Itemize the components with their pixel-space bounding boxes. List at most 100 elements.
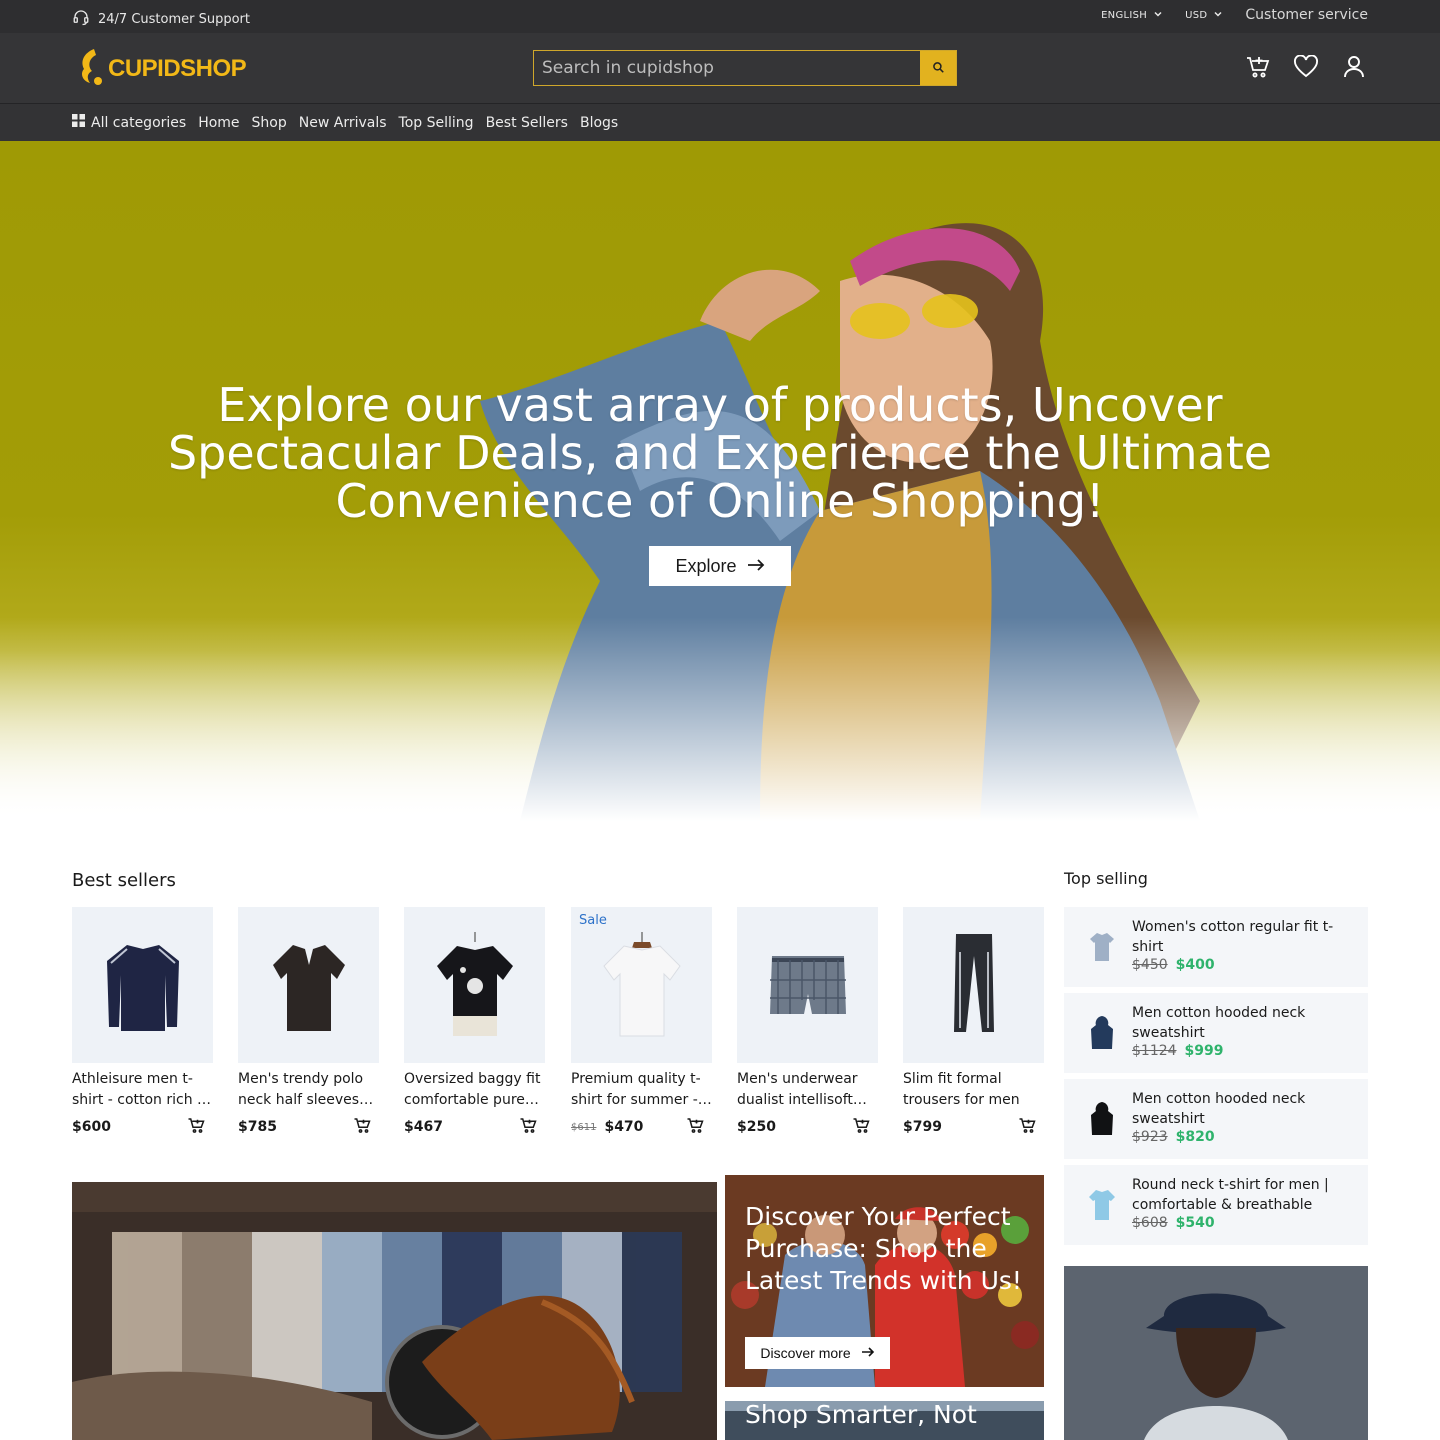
top-selling-list: Women's cotton regular fit t-shirt $450 $… xyxy=(1064,907,1368,1251)
product-price: $250 xyxy=(737,1119,776,1135)
product-card[interactable]: Oversized baggy fit comfortable pure… $4… xyxy=(404,907,545,1152)
hero-banner: Explore our vast array of products, Unco… xyxy=(0,141,1440,821)
add-to-cart-icon[interactable] xyxy=(187,1116,205,1138)
chevron-down-icon xyxy=(1213,9,1223,22)
product-thumbnail xyxy=(1084,923,1120,971)
product-image[interactable] xyxy=(72,907,213,1063)
search-button[interactable] xyxy=(920,51,956,85)
product-name[interactable]: Men's underwear dualist intellisoft… xyxy=(737,1069,878,1111)
add-to-cart-icon[interactable] xyxy=(686,1116,704,1138)
promo-banner-wardrobe[interactable] xyxy=(72,1182,717,1440)
sale-badge: Sale xyxy=(579,913,607,928)
nav-shop[interactable]: Shop xyxy=(252,115,287,131)
customer-service-link[interactable]: Customer service xyxy=(1245,7,1368,23)
promo-banner-model[interactable] xyxy=(1064,1266,1368,1440)
logo-text: CUPIDSHOP xyxy=(108,55,247,82)
language-select[interactable]: ENGLISH xyxy=(1101,9,1163,22)
top-selling-name: Round neck t-shirt for men | comfortable… xyxy=(1132,1177,1329,1213)
top-selling-title: Top selling xyxy=(1064,869,1148,888)
search-input[interactable] xyxy=(534,51,920,85)
product-price: $600 xyxy=(72,1119,111,1135)
nav-best-sellers[interactable]: Best Sellers xyxy=(486,115,568,131)
product-image[interactable] xyxy=(903,907,1044,1063)
explore-button[interactable]: Explore xyxy=(649,546,791,586)
main-header: CUPIDSHOP xyxy=(0,33,1440,104)
product-image[interactable] xyxy=(737,907,878,1063)
nav-home[interactable]: Home xyxy=(198,115,239,131)
best-sellers-list: Athleisure men t-shirt - cotton rich … $… xyxy=(72,907,1044,1152)
chevron-down-icon xyxy=(1153,9,1163,22)
product-thumbnail xyxy=(1084,1095,1120,1143)
add-to-cart-icon[interactable] xyxy=(1018,1116,1036,1138)
product-card[interactable]: Slim fit formal trousers for men $799 xyxy=(903,907,1044,1152)
top-selling-item[interactable]: Men cotton hooded neck sweatshirt $1124 $… xyxy=(1064,993,1368,1073)
product-name[interactable]: Athleisure men t-shirt - cotton rich … xyxy=(72,1069,213,1111)
add-to-cart-icon[interactable] xyxy=(353,1116,371,1138)
add-to-cart-icon[interactable] xyxy=(519,1116,537,1138)
product-card[interactable]: Sale Premium quality t-shirt for summer … xyxy=(571,907,712,1152)
product-name[interactable]: Slim fit formal trousers for men xyxy=(903,1069,1044,1111)
product-thumbnail xyxy=(1084,1181,1120,1229)
currency-select[interactable]: USD xyxy=(1185,9,1223,22)
cupid-logo-icon xyxy=(78,47,106,91)
top-selling-item[interactable]: Women's cotton regular fit t-shirt $450 $… xyxy=(1064,907,1368,987)
nav-top-selling[interactable]: Top Selling xyxy=(399,115,474,131)
nav-new-arrivals[interactable]: New Arrivals xyxy=(299,115,387,131)
product-name[interactable]: Premium quality t-shirt for summer -… xyxy=(571,1069,712,1111)
top-selling-name: Women's cotton regular fit t-shirt xyxy=(1132,919,1334,955)
product-thumbnail xyxy=(1084,1009,1120,1057)
arrow-right-icon xyxy=(861,1345,875,1361)
product-card[interactable]: Men's underwear dualist intellisoft… $25… xyxy=(737,907,878,1152)
top-selling-item[interactable]: Men cotton hooded neck sweatshirt $923 $8… xyxy=(1064,1079,1368,1159)
promo-banner-shop-smarter[interactable]: Shop Smarter, Not xyxy=(725,1401,1044,1440)
product-name[interactable]: Men's trendy polo neck half sleeves… xyxy=(238,1069,379,1111)
grid-icon xyxy=(72,114,85,131)
sale-price: $540 xyxy=(1175,1215,1215,1231)
product-name[interactable]: Oversized baggy fit comfortable pure… xyxy=(404,1069,545,1111)
user-icon[interactable] xyxy=(1340,53,1368,81)
product-image[interactable] xyxy=(404,907,545,1063)
explore-button-label: Explore xyxy=(675,555,737,576)
old-price: $1124 xyxy=(1132,1043,1177,1059)
product-price: $470 xyxy=(604,1119,644,1135)
sale-price: $400 xyxy=(1175,957,1215,973)
cart-plus-icon[interactable] xyxy=(1244,53,1272,81)
support-text: 24/7 Customer Support xyxy=(98,11,250,27)
wardrobe-shoes-image xyxy=(72,1182,717,1440)
product-card[interactable]: Men's trendy polo neck half sleeves… $78… xyxy=(238,907,379,1152)
old-price: $450 xyxy=(1132,957,1168,973)
product-old-price: $611 xyxy=(571,1121,597,1133)
heart-icon[interactable] xyxy=(1292,53,1320,81)
sale-price: $999 xyxy=(1184,1043,1224,1059)
currency-value: USD xyxy=(1185,9,1208,21)
product-price: $467 xyxy=(404,1119,443,1135)
discover-more-button[interactable]: Discover more xyxy=(745,1337,890,1369)
product-image[interactable] xyxy=(238,907,379,1063)
old-price: $923 xyxy=(1132,1129,1168,1145)
model-bucket-hat-image xyxy=(1064,1266,1368,1440)
product-price: $785 xyxy=(238,1119,277,1135)
logo[interactable]: CUPIDSHOP xyxy=(78,47,247,91)
product-card[interactable]: Athleisure men t-shirt - cotton rich … $… xyxy=(72,907,213,1152)
hero-title: Explore our vast array of products, Unco… xyxy=(167,378,1273,528)
promo-banner-discover[interactable]: Discover Your Perfect Purchase: Shop the… xyxy=(725,1175,1044,1387)
promo-discover-title: Discover Your Perfect Purchase: Shop the… xyxy=(745,1202,1022,1295)
nav-all-categories-label: All categories xyxy=(91,114,187,131)
arrow-right-icon xyxy=(747,556,765,577)
nav-blogs[interactable]: Blogs xyxy=(580,115,618,131)
add-to-cart-icon[interactable] xyxy=(852,1116,870,1138)
nav-all-categories[interactable]: All categories xyxy=(72,114,186,131)
top-selling-item[interactable]: Round neck t-shirt for men | comfortable… xyxy=(1064,1165,1368,1245)
product-price: $799 xyxy=(903,1119,942,1135)
headset-icon xyxy=(72,8,90,30)
discover-more-label: Discover more xyxy=(760,1345,851,1361)
main-nav: All categories Home Shop New Arrivals To… xyxy=(0,104,1440,141)
language-value: ENGLISH xyxy=(1101,9,1148,21)
customer-support[interactable]: 24/7 Customer Support xyxy=(72,8,250,30)
search-bar xyxy=(533,50,957,86)
top-selling-name: Men cotton hooded neck sweatshirt xyxy=(1132,1005,1306,1041)
promo-shop-smarter-title: Shop Smarter, Not xyxy=(745,1401,977,1429)
best-sellers-title: Best sellers xyxy=(72,870,176,891)
product-image[interactable]: Sale xyxy=(571,907,712,1063)
old-price: $608 xyxy=(1132,1215,1168,1231)
